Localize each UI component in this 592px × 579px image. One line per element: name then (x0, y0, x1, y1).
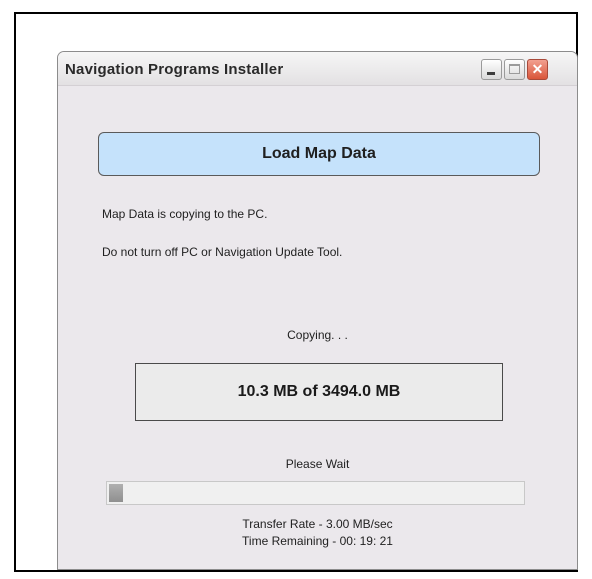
transfer-rate: Transfer Rate - 3.00 MB/sec (242, 517, 393, 531)
title-bar[interactable]: Navigation Programs Installer ✕ (58, 52, 577, 86)
progress-fill (109, 484, 123, 502)
window-title: Navigation Programs Installer (65, 61, 284, 78)
close-icon: ✕ (531, 61, 544, 77)
load-map-data-button[interactable]: Load Map Data (98, 132, 540, 176)
minimize-button[interactable] (481, 59, 502, 80)
copied-size-display: 10.3 MB of 3494.0 MB (135, 363, 503, 421)
please-wait-text: Please Wait (285, 457, 350, 471)
copy-message: Map Data is copying to the PC. (102, 207, 268, 221)
maximize-button[interactable] (504, 59, 525, 80)
close-button[interactable]: ✕ (527, 59, 548, 80)
screenshot-frame: Navigation Programs Installer ✕ Load Map… (14, 12, 578, 572)
warning-message: Do not turn off PC or Navigation Update … (102, 245, 343, 259)
time-remaining: Time Remaining - 00: 19: 21 (242, 534, 393, 548)
progress-bar (106, 481, 525, 505)
installer-window: Navigation Programs Installer ✕ Load Map… (57, 51, 578, 570)
maximize-icon (509, 64, 520, 74)
copying-status: Copying. . . (287, 328, 348, 342)
minimize-icon (487, 72, 495, 75)
